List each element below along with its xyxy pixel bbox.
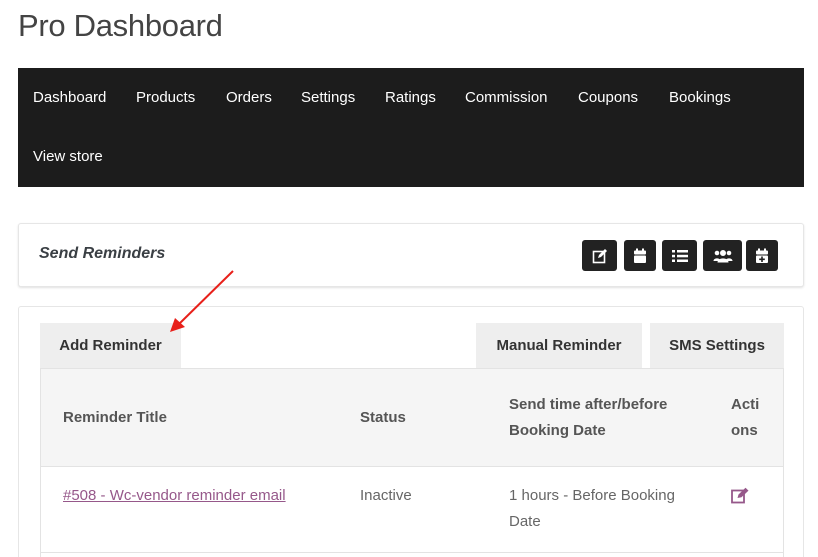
nav-item-orders[interactable]: Orders <box>226 88 272 108</box>
calendar-button[interactable] <box>624 240 656 271</box>
column-header-actions: Acti ons <box>731 392 759 444</box>
list-icon <box>671 249 688 262</box>
column-header-title: Reminder Title <box>63 409 167 426</box>
reminder-title-link[interactable]: #508 - Wc-vendor reminder email <box>63 487 286 504</box>
page-title: Pro Dashboard <box>18 8 223 43</box>
nav-item-coupons[interactable]: Coupons <box>578 88 638 108</box>
table-row: #508 - Wc-vendor reminder email Inactive… <box>41 467 783 553</box>
column-header-actions-line2: ons <box>731 422 758 439</box>
nav-item-products[interactable]: Products <box>136 88 195 108</box>
status-cell: Inactive <box>360 487 412 504</box>
column-header-send-time-line1: Send time after/before <box>509 396 668 413</box>
table-header: Reminder Title Status Send time after/be… <box>41 369 783 467</box>
nav-item-commission[interactable]: Commission <box>465 88 548 108</box>
column-header-actions-line1: Acti <box>731 396 760 413</box>
tab-add-reminder[interactable]: Add Reminder <box>40 323 181 368</box>
send-time-line2: Date <box>509 513 541 530</box>
reminders-table: Reminder Title Status Send time after/be… <box>40 368 784 557</box>
send-time-cell: 1 hours - Before Booking Date <box>509 483 675 535</box>
tab-sms-settings[interactable]: SMS Settings <box>650 323 784 368</box>
add-booking-button[interactable] <box>746 240 778 271</box>
nav-item-dashboard[interactable]: Dashboard <box>33 88 106 108</box>
main-navigation: Dashboard Products Orders Settings Ratin… <box>18 68 804 187</box>
section-title: Send Reminders <box>39 245 166 262</box>
edit-icon <box>731 487 749 504</box>
calendar-plus-icon <box>756 248 768 263</box>
list-button[interactable] <box>662 240 697 271</box>
calendar-icon <box>634 248 646 263</box>
reminders-panel: Add Reminder Manual Reminder SMS Setting… <box>18 306 804 557</box>
send-reminders-header-card: Send Reminders <box>18 223 804 287</box>
nav-item-view-store[interactable]: View store <box>33 147 103 167</box>
users-button[interactable] <box>703 240 742 271</box>
nav-item-ratings[interactable]: Ratings <box>385 88 436 108</box>
column-header-send-time-line2: Booking Date <box>509 422 606 439</box>
reminder-title-cell: #508 - Wc-vendor reminder email <box>63 483 286 509</box>
column-header-status: Status <box>360 409 406 426</box>
edit-icon <box>592 248 607 263</box>
send-time-line1: 1 hours - Before Booking <box>509 487 675 504</box>
nav-item-bookings[interactable]: Bookings <box>669 88 731 108</box>
edit-button[interactable] <box>582 240 617 271</box>
column-header-send-time: Send time after/before Booking Date <box>509 392 667 444</box>
users-icon <box>713 249 732 262</box>
tab-manual-reminder[interactable]: Manual Reminder <box>476 323 642 368</box>
nav-item-settings[interactable]: Settings <box>301 88 355 108</box>
edit-reminder-button[interactable] <box>731 487 750 509</box>
